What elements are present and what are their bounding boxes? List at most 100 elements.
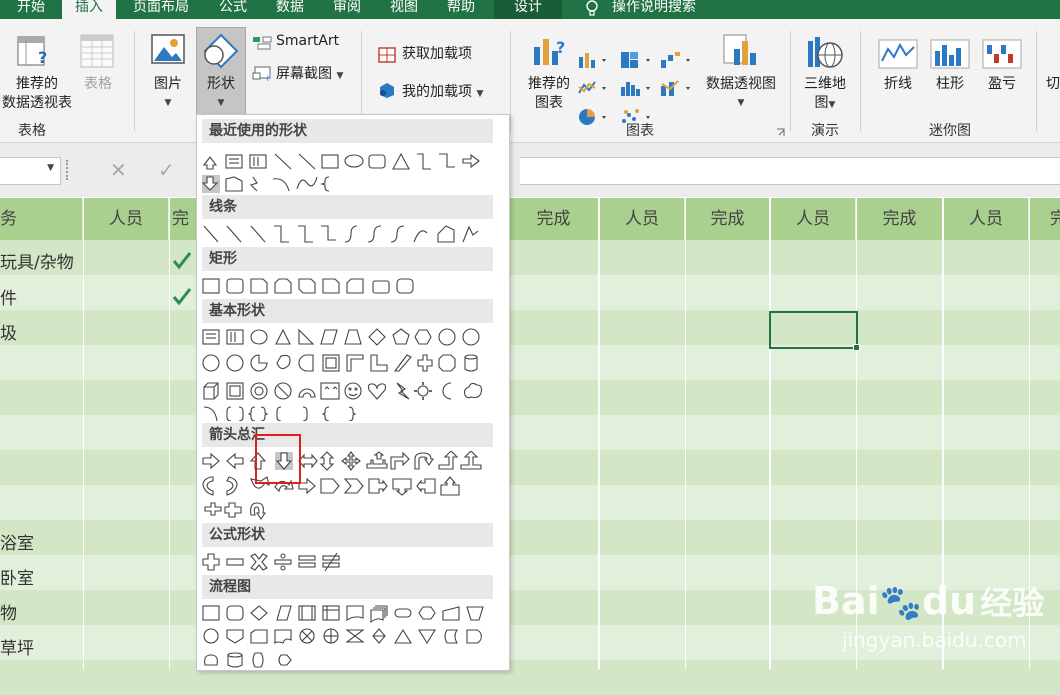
checkmark-icon xyxy=(172,250,192,274)
selected-cell[interactable] xyxy=(769,311,858,349)
cell-task[interactable]: 浴室 xyxy=(0,529,34,554)
column-chart-icon[interactable] xyxy=(578,51,610,73)
cell-task[interactable]: 圾 xyxy=(0,319,17,344)
svg-text:?: ? xyxy=(556,38,565,57)
chevron-down-icon: ▼ xyxy=(828,100,836,110)
recommended-charts-icon: ? xyxy=(530,33,570,73)
header-cell: 完成 xyxy=(686,198,769,240)
formula-input[interactable] xyxy=(520,157,1060,185)
slicer-button[interactable]: 切 xyxy=(1046,75,1060,94)
separator xyxy=(1036,31,1037,131)
cell-task[interactable]: 草坪 xyxy=(0,634,34,659)
sparkline-line-button[interactable]: 折线 xyxy=(872,75,924,94)
equation-shapes-grid[interactable] xyxy=(201,551,485,573)
tell-me-search[interactable]: 操作说明搜索 xyxy=(612,0,712,19)
header-cell: 人员 xyxy=(600,198,684,240)
get-addins-button[interactable]: 获取加载项 xyxy=(402,43,472,63)
screenshot-button[interactable]: 屏幕截图 ▼ xyxy=(276,63,343,83)
tab-data[interactable]: 数据 xyxy=(265,0,315,19)
my-addins-button[interactable]: 我的加载项 ▼ xyxy=(402,81,483,101)
flowchart-grid[interactable] xyxy=(201,603,485,669)
rectangles-grid[interactable] xyxy=(201,275,485,297)
header-cell: 完成 xyxy=(857,198,942,240)
section-flowchart: 流程图 xyxy=(202,575,493,599)
group-label-charts: 图表 xyxy=(626,123,654,139)
svg-text:+: + xyxy=(264,74,272,81)
row-band xyxy=(0,240,1060,275)
enter-icon[interactable]: ✓ xyxy=(158,158,175,182)
header-cell: 完成 xyxy=(509,198,598,240)
tab-design[interactable]: 设计 xyxy=(494,0,562,19)
chevron-down-icon: ▼ xyxy=(737,98,745,108)
waterfall-chart-icon[interactable] xyxy=(660,51,694,73)
screenshot-label: 屏幕截图 xyxy=(276,66,332,82)
hierarchy-chart-icon[interactable] xyxy=(620,51,654,73)
map3d-label-2: 图 xyxy=(814,95,829,111)
dialog-launcher-icon[interactable] xyxy=(776,123,786,142)
sparkline-winloss-icon xyxy=(982,39,1022,73)
pivot-chart-button[interactable]: 数据透视图 ▼ xyxy=(700,75,782,113)
table-button[interactable]: 表格 xyxy=(78,75,118,94)
map3d-label-1: 三维地 xyxy=(804,76,846,92)
group-label-tours: 演示 xyxy=(811,123,839,139)
tab-review[interactable]: 审阅 xyxy=(322,0,372,19)
resize-handle[interactable] xyxy=(66,160,70,180)
separator xyxy=(134,31,135,131)
recommended-charts-button[interactable]: 推荐的 图表 xyxy=(520,75,578,113)
cell-task[interactable]: 玩具/杂物 xyxy=(0,248,74,273)
smartart-button[interactable]: SmartArt xyxy=(276,33,339,49)
line-chart-icon[interactable] xyxy=(578,79,610,101)
recent-shapes-grid[interactable] xyxy=(201,149,485,193)
watermark-cn: 经验 xyxy=(980,584,1045,622)
tab-help[interactable]: 帮助 xyxy=(436,0,486,19)
grid-line xyxy=(769,198,771,669)
grid-line xyxy=(83,198,84,669)
tab-home[interactable]: 开始 xyxy=(0,0,62,19)
svg-text:?: ? xyxy=(38,48,47,67)
row-band xyxy=(0,520,1060,555)
ribbon-tab-bar: 开始 插入 页面布局 公式 数据 审阅 视图 帮助 设计 操作说明搜索 xyxy=(0,0,1060,19)
block-arrows-grid[interactable] xyxy=(201,451,485,523)
fill-handle[interactable] xyxy=(853,344,860,351)
basic-shapes-grid[interactable] xyxy=(201,327,485,421)
cell-task[interactable]: 件 xyxy=(0,284,17,309)
cell-task[interactable]: 卧室 xyxy=(0,564,34,589)
row-band xyxy=(0,380,1060,415)
map3d-button[interactable]: 三维地 图▼ xyxy=(798,75,852,115)
header-cell: 人员 xyxy=(771,198,855,240)
tab-page-layout[interactable]: 页面布局 xyxy=(122,0,200,19)
section-block-arrows: 箭头总汇 xyxy=(202,423,493,447)
store-icon xyxy=(378,45,396,67)
sparkline-winloss-button[interactable]: 盈亏 xyxy=(976,75,1028,94)
screenshot-icon: + xyxy=(252,65,272,85)
group-label-sparklines: 迷你图 xyxy=(929,123,971,139)
lightbulb-icon[interactable] xyxy=(580,0,604,19)
lines-grid[interactable] xyxy=(201,223,485,245)
name-box[interactable]: ▼ xyxy=(0,157,61,185)
smartart-icon xyxy=(252,35,272,55)
tab-formulas[interactable]: 公式 xyxy=(208,0,258,19)
cell-task[interactable]: 物 xyxy=(0,599,17,624)
row-band xyxy=(0,310,1060,345)
my-addins-icon xyxy=(378,81,396,103)
sparkline-column-button[interactable]: 柱形 xyxy=(924,75,976,94)
separator xyxy=(790,31,791,131)
tab-view[interactable]: 视图 xyxy=(379,0,429,19)
cancel-icon[interactable]: ✕ xyxy=(110,158,127,182)
recommended-pivot-label-1: 推荐的 xyxy=(16,76,58,92)
pivot-chart-icon xyxy=(722,33,762,73)
recommended-pivot-icon: ? xyxy=(16,33,52,73)
group-label-tables: 表格 xyxy=(18,123,46,139)
section-equation-shapes: 公式形状 xyxy=(202,523,493,547)
combo-chart-icon[interactable] xyxy=(660,79,694,101)
pictures-label: 图片 xyxy=(154,76,182,92)
recommended-pivot-button[interactable]: 推荐的 数据透视表 xyxy=(0,75,74,113)
pictures-button[interactable]: 图片 ▼ xyxy=(148,75,188,113)
statistic-chart-icon[interactable] xyxy=(620,79,654,101)
tab-insert[interactable]: 插入 xyxy=(62,0,116,19)
globe-icon xyxy=(806,33,844,75)
grid-line xyxy=(685,198,686,669)
table-icon xyxy=(80,33,114,73)
row-band xyxy=(0,450,1060,485)
pie-chart-icon[interactable] xyxy=(578,107,610,131)
